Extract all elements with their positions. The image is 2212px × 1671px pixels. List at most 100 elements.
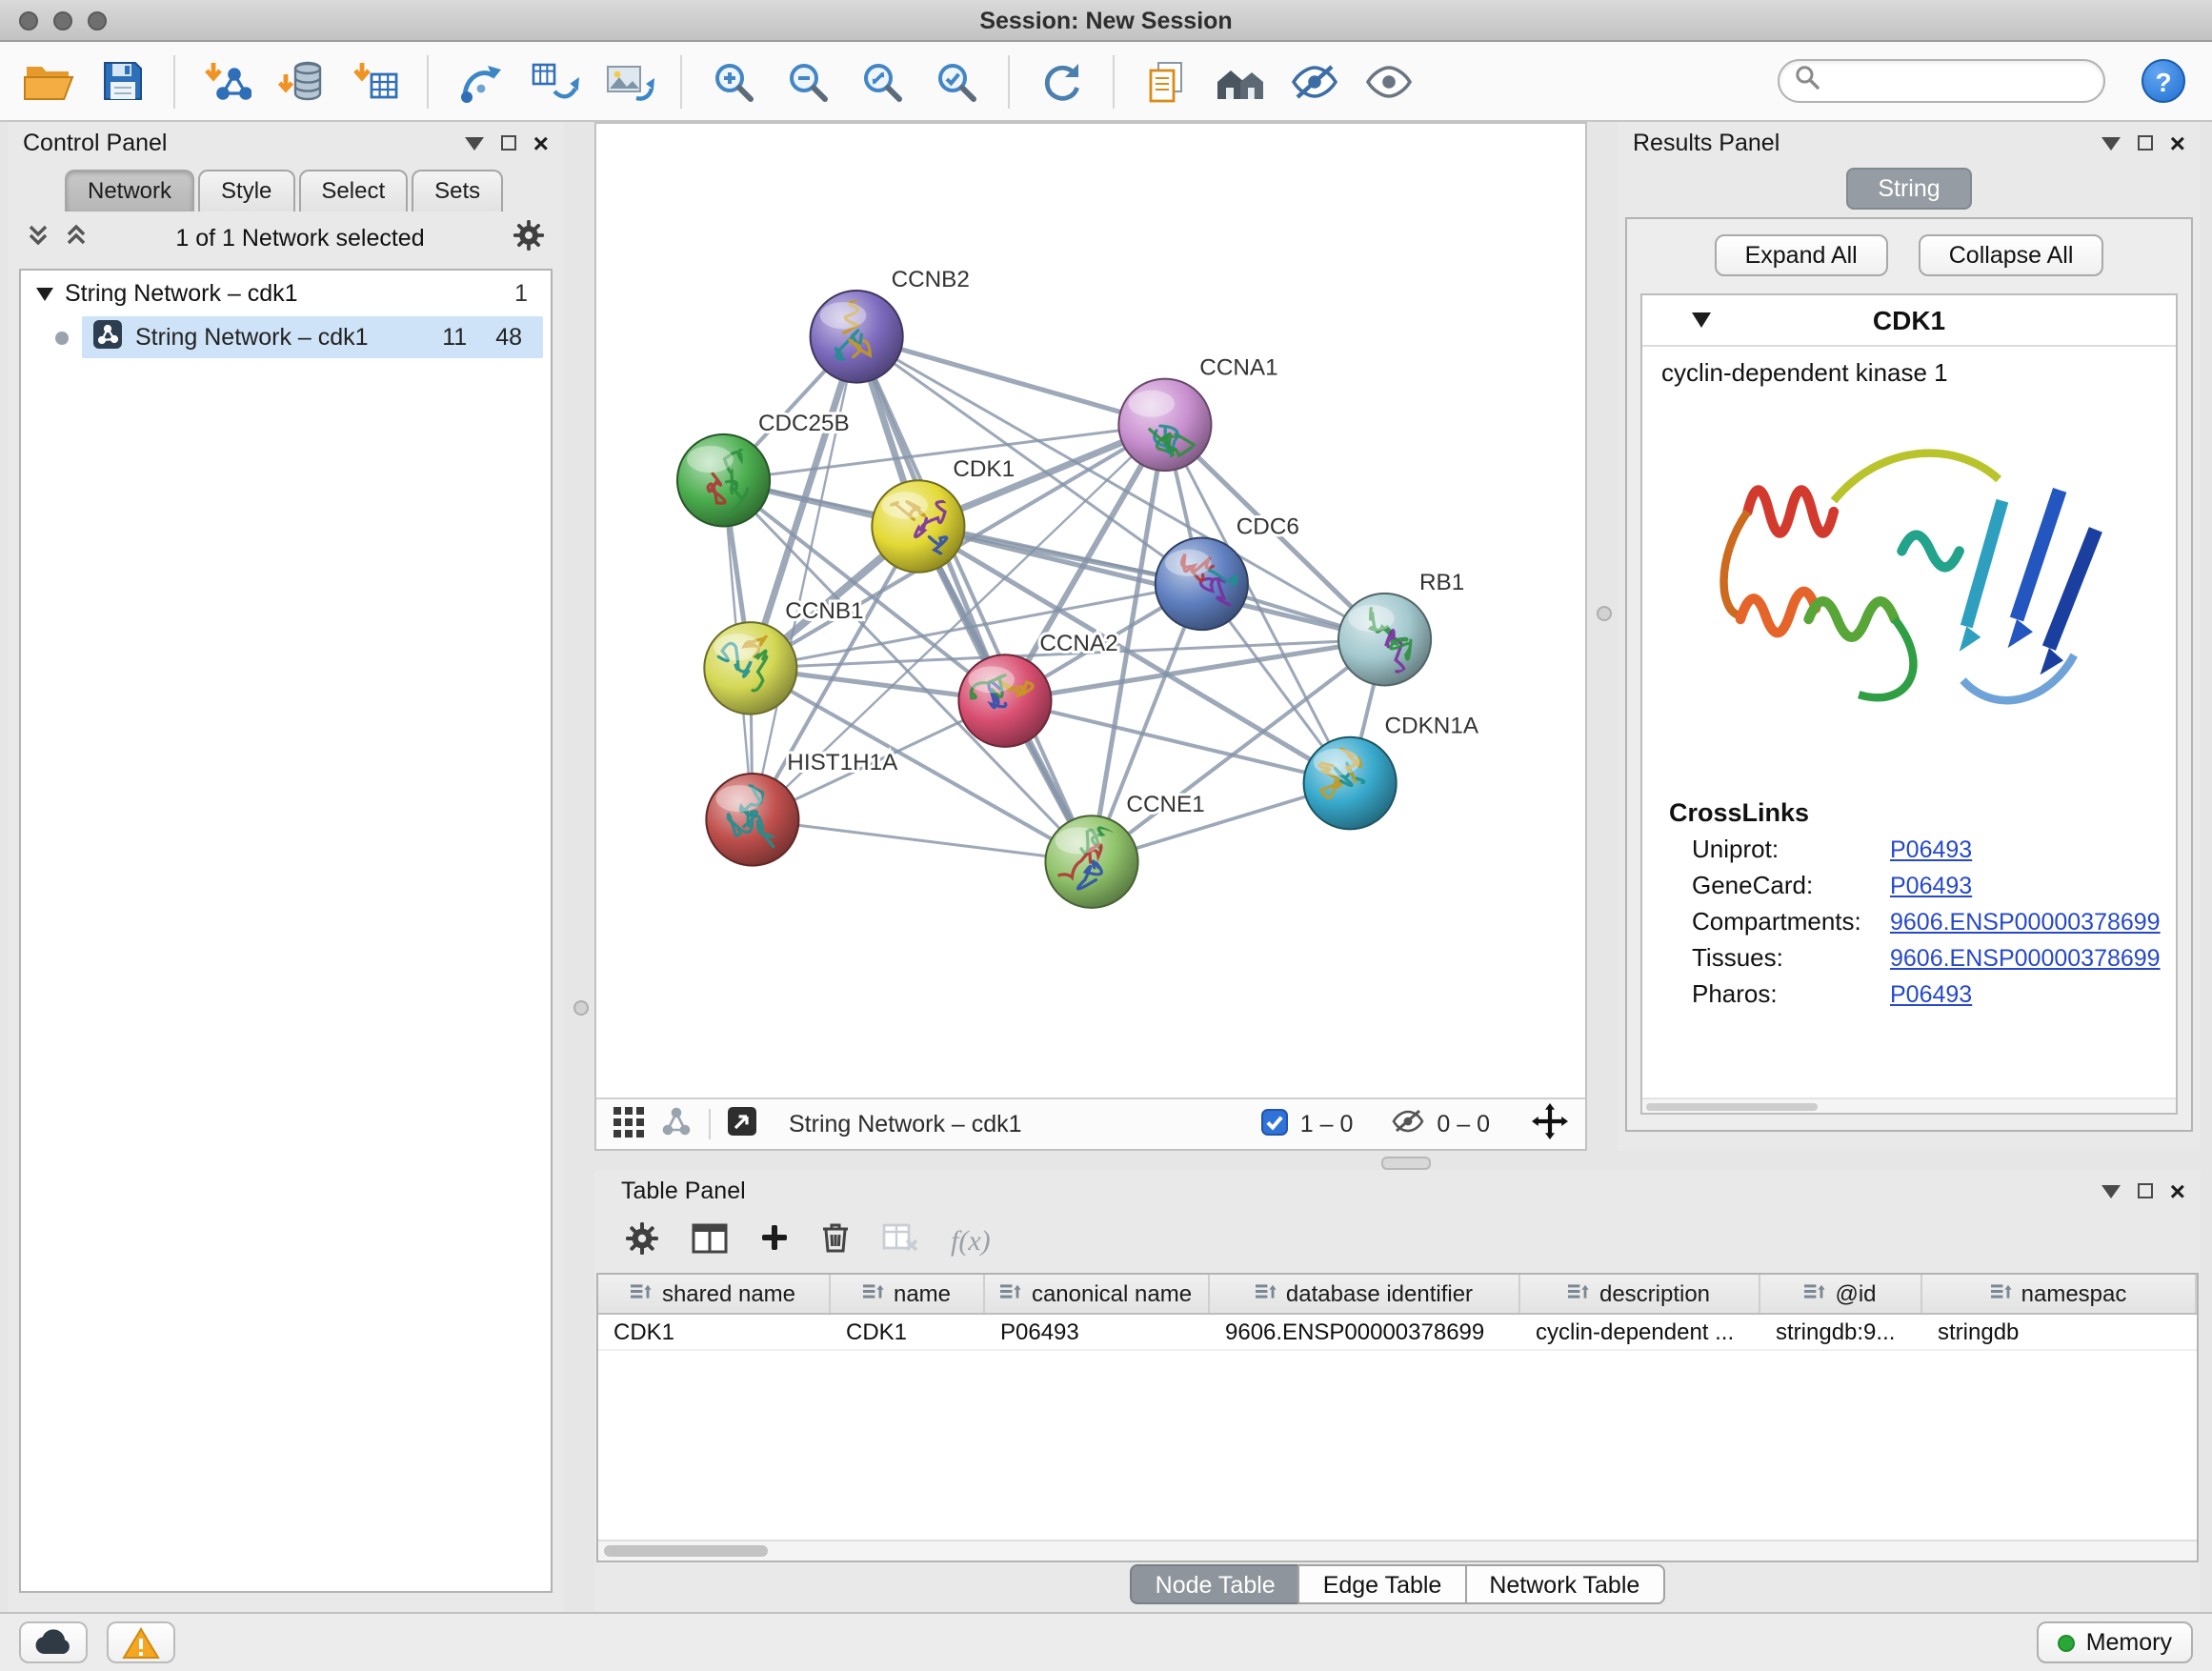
network-row[interactable]: String Network – cdk1 11 48 (21, 314, 551, 360)
crosslink-pharos-link[interactable]: P06493 (1890, 980, 1972, 1007)
zoom-out-icon[interactable] (779, 52, 836, 110)
table-cell[interactable]: stringdb:9... (1760, 1315, 1922, 1349)
panel-menu-icon[interactable] (465, 130, 484, 156)
disclosure-triangle-icon[interactable] (36, 279, 53, 306)
network-node-HIST1H1A[interactable] (706, 774, 798, 866)
import-network-database-icon[interactable] (272, 52, 330, 110)
column-sort-icon[interactable] (632, 1280, 653, 1307)
column-header-database-identifier[interactable]: database identifier (1210, 1275, 1520, 1313)
function-builder-icon[interactable]: f(x) (951, 1226, 991, 1258)
panel-float-icon[interactable] (2138, 135, 2153, 151)
column-sort-icon[interactable] (863, 1280, 884, 1307)
column-header-name[interactable]: name (831, 1275, 985, 1313)
network-edge[interactable] (856, 336, 1092, 861)
panel-close-icon[interactable]: × (2170, 130, 2185, 156)
search-box[interactable] (1778, 59, 2105, 103)
card-scrollbar[interactable] (1642, 1097, 2176, 1113)
column-sort-icon[interactable] (1804, 1280, 1825, 1307)
network-node-CDC25B[interactable] (677, 434, 770, 529)
save-session-icon[interactable] (93, 52, 151, 110)
show-columns-icon[interactable] (692, 1222, 728, 1262)
network-from-table-icon[interactable] (526, 52, 583, 110)
network-node-CCNE1[interactable] (1045, 815, 1137, 908)
table-cell[interactable]: stringdb (1922, 1315, 2197, 1349)
column-header-namespac[interactable]: namespac (1922, 1275, 2197, 1313)
column-header-shared-name[interactable]: shared name (598, 1275, 831, 1313)
column-sort-icon[interactable] (1256, 1280, 1277, 1307)
expand-all-icon[interactable] (65, 223, 88, 253)
tab-sets[interactable]: Sets (412, 170, 503, 211)
search-input[interactable] (1829, 66, 2088, 96)
window-zoom-button[interactable] (88, 10, 107, 30)
tab-select[interactable]: Select (298, 170, 408, 211)
crosslink-uniprot-link[interactable]: P06493 (1890, 836, 1972, 862)
window-minimize-button[interactable] (53, 10, 72, 30)
panel-menu-icon[interactable] (2101, 130, 2121, 156)
horizontal-splitter[interactable] (594, 1151, 2201, 1170)
network-edge[interactable] (856, 336, 1165, 425)
selected-checkbox-icon[interactable] (1262, 1108, 1289, 1140)
collapse-all-icon[interactable] (27, 223, 50, 253)
zoom-fit-icon[interactable] (854, 52, 911, 110)
birdseye-grid-icon[interactable] (613, 1106, 644, 1142)
tab-node-table[interactable]: Node Table (1131, 1564, 1300, 1604)
selected-network-item[interactable]: String Network – cdk1 11 48 (82, 316, 543, 358)
open-in-window-icon[interactable] (728, 1107, 756, 1141)
column-header-description[interactable]: description (1520, 1275, 1760, 1313)
gear-icon[interactable] (513, 219, 545, 257)
help-button[interactable]: ? (2142, 59, 2185, 103)
table-cell[interactable]: 9606.ENSP00000378699 (1210, 1315, 1520, 1349)
cloud-button[interactable] (19, 1621, 88, 1663)
warning-button[interactable] (107, 1621, 175, 1663)
table-row[interactable]: CDK1CDK1P064939606.ENSP00000378699cyclin… (598, 1315, 2197, 1351)
import-table-file-icon[interactable] (347, 52, 404, 110)
column-sort-icon[interactable] (1569, 1280, 1590, 1307)
panel-close-icon[interactable]: × (2170, 1178, 2185, 1204)
panel-float-icon[interactable] (501, 135, 516, 151)
network-node-CDC6[interactable] (1156, 538, 1248, 631)
zoom-in-icon[interactable] (705, 52, 762, 110)
column-header--id[interactable]: @id (1760, 1275, 1922, 1313)
node-details-header[interactable]: CDK1 (1642, 295, 2176, 347)
crosslink-compartments-link[interactable]: 9606.ENSP00000378699 (1890, 908, 2161, 935)
gear-icon[interactable] (625, 1220, 659, 1264)
panel-menu-icon[interactable] (2101, 1178, 2121, 1204)
table-cell[interactable]: P06493 (985, 1315, 1210, 1349)
collapse-all-button[interactable]: Collapse All (1919, 234, 2104, 276)
new-network-icon[interactable] (452, 52, 509, 110)
open-session-icon[interactable] (19, 52, 76, 110)
zoom-selected-icon[interactable] (928, 52, 985, 110)
panel-float-icon[interactable] (2138, 1183, 2153, 1198)
table-cell[interactable]: CDK1 (598, 1315, 831, 1349)
hidden-eye-icon[interactable] (1391, 1109, 1425, 1139)
pan-crosshair-icon[interactable] (1532, 1103, 1568, 1145)
tab-string[interactable]: String (1845, 168, 1972, 210)
column-sort-icon[interactable] (1001, 1280, 1022, 1307)
network-edge[interactable] (753, 819, 1092, 861)
network-node-CCNA1[interactable] (1118, 379, 1211, 472)
crosslink-genecard-link[interactable]: P06493 (1890, 872, 1972, 898)
tab-network[interactable]: Network (65, 170, 194, 211)
column-header-canonical-name[interactable]: canonical name (985, 1275, 1210, 1313)
tab-style[interactable]: Style (198, 170, 294, 211)
share-network-icon[interactable] (661, 1106, 692, 1142)
add-column-icon[interactable] (760, 1223, 789, 1261)
network-edge[interactable] (753, 336, 856, 819)
memory-button[interactable]: Memory (2037, 1621, 2193, 1663)
right-splitter[interactable] (1587, 122, 1618, 1151)
home-networks-icon[interactable] (1212, 52, 1269, 110)
import-network-file-icon[interactable] (198, 52, 255, 110)
panel-close-icon[interactable]: × (533, 130, 549, 156)
tab-network-table[interactable]: Network Table (1464, 1564, 1664, 1604)
export-image-icon[interactable] (600, 52, 657, 110)
table-cell[interactable]: CDK1 (831, 1315, 985, 1349)
network-node-CDKN1A[interactable] (1304, 737, 1397, 830)
expand-all-button[interactable]: Expand All (1715, 234, 1888, 276)
network-collection-row[interactable]: String Network – cdk1 1 (21, 271, 551, 314)
network-node-CCNB1[interactable] (704, 615, 796, 715)
column-sort-icon[interactable] (1991, 1280, 2012, 1307)
delete-column-icon[interactable] (821, 1221, 850, 1263)
network-node-RB1[interactable] (1338, 594, 1431, 686)
disclosure-triangle-icon[interactable] (1692, 303, 1711, 337)
table-horizontal-scrollbar[interactable] (598, 1540, 2197, 1560)
